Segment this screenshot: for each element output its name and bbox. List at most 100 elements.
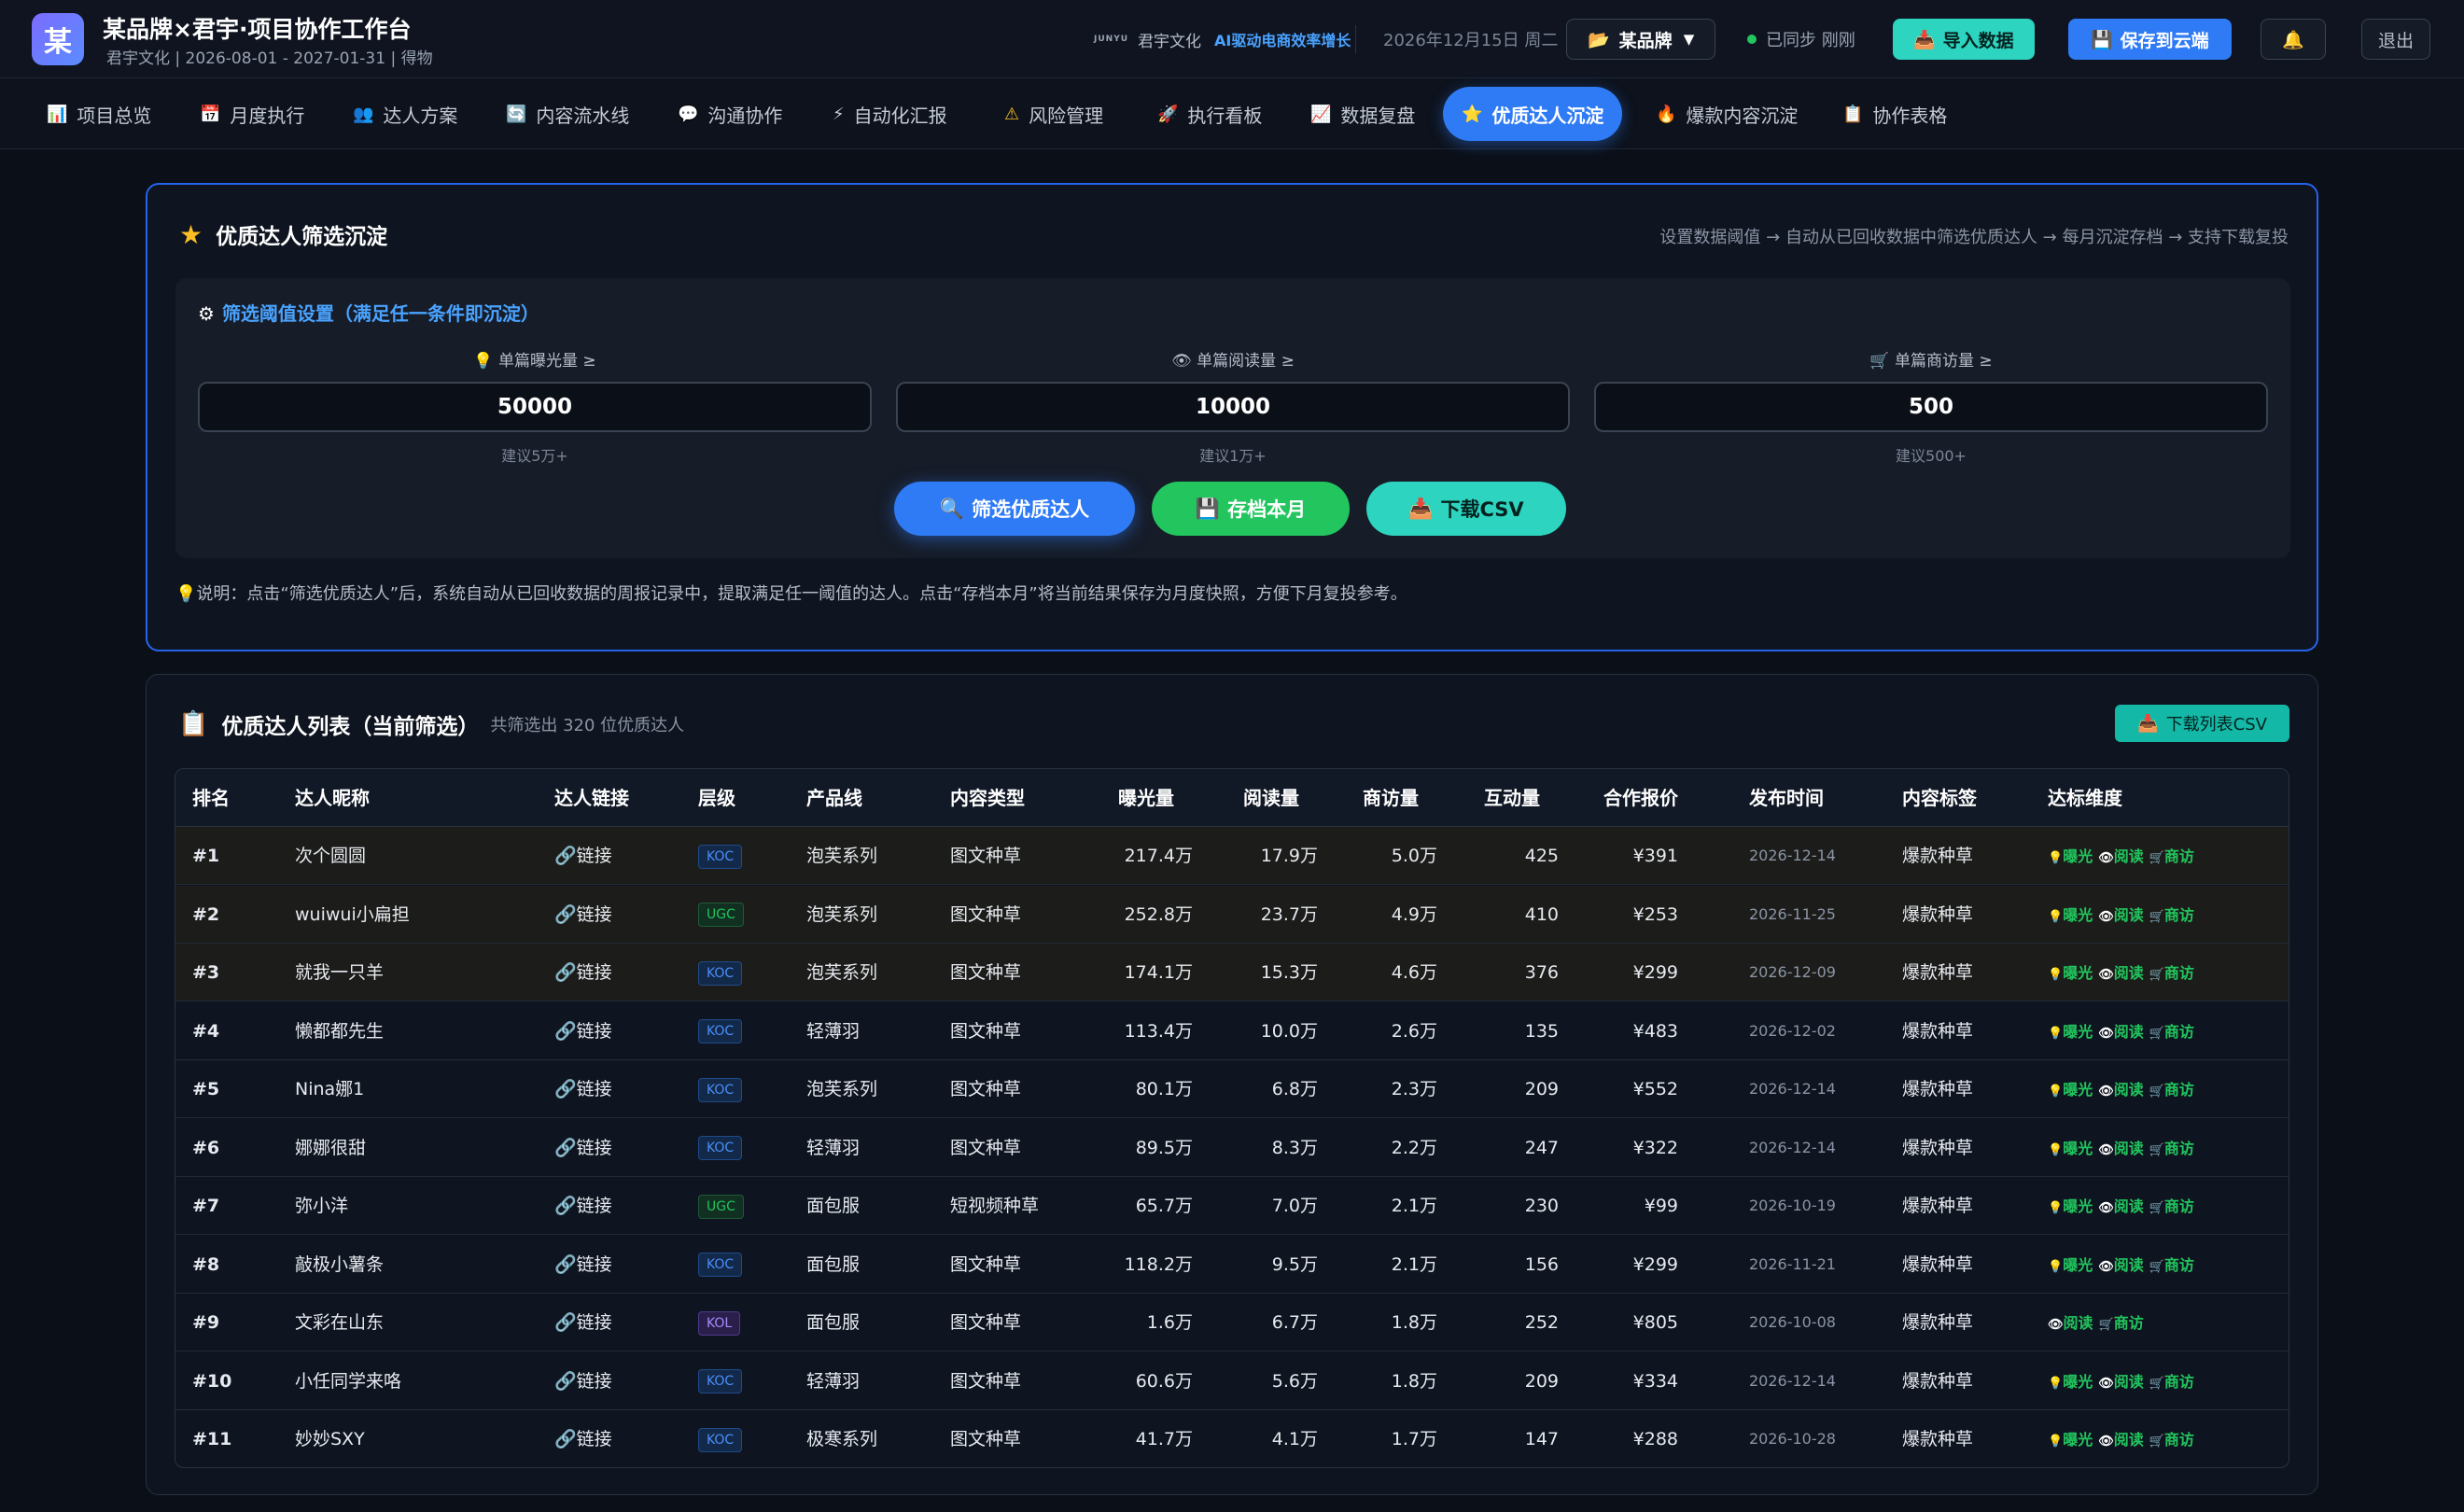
price-cell: ¥334: [1632, 1370, 1678, 1392]
chat-icon: 💬: [678, 104, 699, 124]
logout-button[interactable]: 退出: [2361, 19, 2430, 60]
link-icon: 🔗: [554, 1196, 577, 1216]
threshold-title-text: 筛选阈值设置（满足任一条件即沉淀）: [221, 302, 539, 325]
link-icon: 🔗: [554, 1079, 577, 1099]
tab-quality-influencers[interactable]: ⭐ 优质达人沉淀: [1443, 87, 1623, 141]
eye-icon: 👁: [2048, 1318, 2064, 1332]
brand-select-value: 某品牌: [1618, 30, 1673, 51]
tier-badge: KOC: [698, 844, 743, 869]
tab-viral-content[interactable]: 🔥 爆款内容沉淀: [1637, 87, 1816, 141]
tab-label: 沟通协作: [707, 104, 783, 127]
cart-icon: 🛒: [1869, 352, 1890, 371]
notification-button[interactable]: 🔔: [2261, 19, 2326, 60]
influencer-link[interactable]: 🔗链接: [554, 1352, 612, 1410]
interact-cell: 209: [1524, 1370, 1559, 1392]
link-text: 链接: [576, 1429, 612, 1449]
filter-influencers-button[interactable]: 🔍 筛选优质达人: [894, 482, 1135, 536]
product-line: 轻薄羽: [806, 1137, 861, 1158]
download-csv-button[interactable]: 📥 下载CSV: [1366, 482, 1566, 536]
influencer-link[interactable]: 🔗链接: [554, 1060, 612, 1118]
filter-card-title: ★ 优质达人筛选沉淀: [179, 218, 387, 250]
publish-date: 2026-11-25: [1749, 904, 1836, 923]
dimension-label: 商访: [2163, 1372, 2194, 1391]
lightning-icon: ⚡: [833, 104, 845, 124]
rank-cell: #3: [192, 962, 220, 983]
eye-icon: 👁: [2098, 1435, 2114, 1449]
tier-cell: KOC: [698, 1352, 743, 1410]
column-header: 产品线: [806, 787, 862, 809]
eye-icon: 👁: [2098, 909, 2114, 924]
read-cell: 10.0万: [1260, 1020, 1318, 1042]
dimension-label: 曝光: [2063, 847, 2093, 865]
visit-hint: 建议500+: [1896, 447, 1967, 465]
read-input[interactable]: 10000: [896, 382, 1570, 432]
sync-dot-icon: [1747, 35, 1757, 44]
save-cloud-button[interactable]: 💾 保存到云端: [2068, 19, 2232, 60]
table-row: #5 Nina娜1 🔗链接 KOC 泡芙系列 图文种草 80.1万 6.8万 2.3万 209 ¥5…: [175, 1060, 2289, 1118]
dimension-label: 阅读: [2113, 1255, 2144, 1274]
content-tag: 爆款种草: [1902, 1312, 1974, 1333]
influencer-link[interactable]: 🔗链接: [554, 1002, 612, 1060]
influencer-link[interactable]: 🔗链接: [554, 1294, 612, 1351]
tab-risk-management[interactable]: ⚠ 风险管理: [986, 87, 1122, 141]
tab-label: 执行看板: [1187, 104, 1263, 127]
link-icon: 🔗: [554, 962, 577, 983]
content-type: 图文种草: [950, 1079, 1022, 1099]
tab-label: 数据复盘: [1340, 104, 1416, 127]
visit-input[interactable]: 500: [1594, 382, 2268, 432]
tab-influencer-plan[interactable]: 👥 达人方案: [334, 87, 476, 141]
qualify-dimensions: 💡曝光 👁阅读 🛒商访: [2048, 944, 2200, 1001]
exposure-hint: 建议5万+: [501, 447, 568, 465]
exposure-input[interactable]: 50000: [198, 382, 872, 432]
link-text: 链接: [576, 1079, 612, 1099]
product-line: 面包服: [806, 1196, 861, 1216]
visit-label: 🛒 单篇商访量 ≥: [1594, 347, 2268, 371]
tab-label: 月度执行: [230, 104, 305, 127]
tab-execution-board[interactable]: 🚀 执行看板: [1139, 87, 1281, 141]
influencer-link[interactable]: 🔗链接: [554, 1410, 612, 1467]
read-label: 👁 单篇阅读量 ≥: [896, 347, 1570, 371]
influencer-link[interactable]: 🔗链接: [554, 886, 612, 944]
dimension-label: 商访: [2113, 1314, 2144, 1332]
download-list-csv-button[interactable]: 📥 下载列表CSV: [2115, 705, 2289, 742]
import-data-button[interactable]: 📥 导入数据: [1893, 19, 2035, 60]
influencer-link[interactable]: 🔗链接: [554, 827, 612, 885]
influencer-link[interactable]: 🔗链接: [554, 1119, 612, 1177]
warning-icon: ⚠: [1004, 104, 1020, 124]
archive-month-button[interactable]: 💾 存档本月: [1152, 482, 1350, 536]
content-tag: 爆款种草: [1902, 962, 1974, 983]
exposure-cell: 1.6万: [1146, 1312, 1193, 1333]
eye-icon: 👁: [2098, 1142, 2114, 1157]
rank-cell: #4: [192, 1020, 220, 1042]
app-header: 某 某品牌×君宇·项目协作工作台 君宇文化 | 2026-08-01 - 202…: [0, 0, 2464, 78]
qualify-dimensions: 💡曝光 👁阅读 🛒商访: [2048, 827, 2200, 885]
tab-label: 协作表格: [1872, 104, 1948, 127]
tab-collab-sheet[interactable]: 📋 协作表格: [1824, 87, 1966, 141]
tab-project-overview[interactable]: 📊 项目总览: [28, 87, 170, 141]
influencer-link[interactable]: 🔗链接: [554, 1177, 612, 1235]
tab-monthly-execution[interactable]: 📅 月度执行: [181, 87, 323, 141]
chevron-down-icon: ▼: [1683, 31, 1695, 48]
publish-date: 2026-10-08: [1749, 1313, 1836, 1331]
dimension-label: 曝光: [2063, 1139, 2093, 1157]
influencer-link[interactable]: 🔗链接: [554, 1236, 612, 1294]
link-text: 链接: [576, 903, 612, 925]
read-cell: 7.0万: [1271, 1196, 1318, 1216]
content-type: 图文种草: [950, 903, 1022, 925]
tab-communication[interactable]: 💬 沟通协作: [659, 87, 801, 141]
tab-auto-report[interactable]: ⚡ 自动化汇报: [814, 87, 966, 141]
filter-note-text: 说明：点击“筛选优质达人”后，系统自动从已回收数据的周报记录中，提取满足任一阈值…: [196, 584, 1407, 604]
link-icon: 🔗: [554, 1253, 577, 1275]
influencer-link[interactable]: 🔗链接: [554, 944, 612, 1001]
exposure-cell: 60.6万: [1135, 1370, 1193, 1392]
content-tag: 爆款种草: [1902, 1370, 1974, 1392]
tab-data-review[interactable]: 📈 数据复盘: [1292, 87, 1434, 141]
publish-date: 2026-12-14: [1749, 1371, 1836, 1390]
table-row: #4 懒都都先生 🔗链接 KOC 轻薄羽 图文种草 113.4万 10.0万 2.6万 135 ¥4…: [175, 1002, 2289, 1060]
tab-content-pipeline[interactable]: 🔄 内容流水线: [487, 87, 648, 141]
rank-cell: #10: [192, 1370, 232, 1392]
filter-button-label: 筛选优质达人: [972, 498, 1090, 521]
visit-cell: 4.6万: [1391, 962, 1437, 983]
brand-select[interactable]: 📂 某品牌 ▼: [1566, 19, 1716, 60]
bulb-icon: 💡: [2048, 1435, 2064, 1449]
